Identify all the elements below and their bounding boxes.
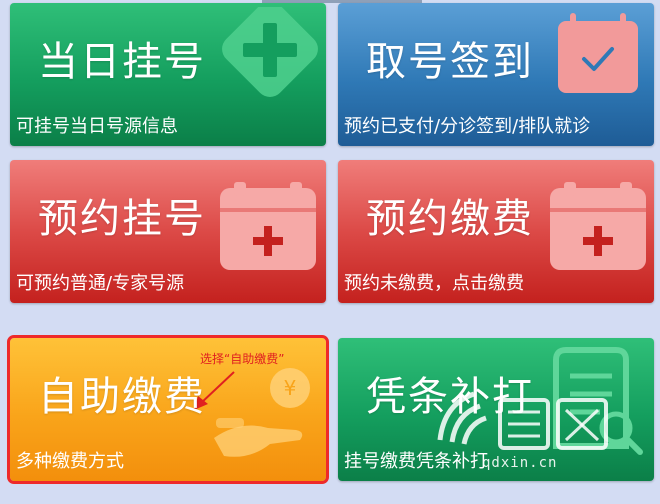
annotation-label: 选择“自助缴费” [200, 352, 285, 366]
watermark-text: qdxin.cn [482, 455, 558, 471]
appointment-payment-tile[interactable]: 预约缴费 预约未缴费，点击缴费 [338, 160, 654, 303]
tile-title: 预约缴费 [366, 196, 534, 242]
same-day-registration-tile[interactable]: 当日挂号 可挂号当日号源信息 [10, 3, 326, 146]
medical-kit-icon [550, 182, 646, 270]
tile-subtitle: 可挂号当日号源信息 [16, 116, 178, 137]
tile-subtitle: 预约已支付/分诊签到/排队就诊 [344, 116, 591, 137]
svg-text:¥: ¥ [284, 376, 297, 400]
appointment-registration-tile[interactable]: 预约挂号 可预约普通/专家号源 [10, 160, 326, 303]
tile-subtitle: 预约未缴费，点击缴费 [344, 273, 524, 294]
watermark-logo-icon [437, 391, 608, 450]
self-service-payment-tile[interactable]: ¥ 选择“自助缴费” 自助缴费 多种缴费方式 [7, 335, 329, 484]
tile-title: 当日挂号 [38, 39, 206, 85]
calendar-check-icon [558, 13, 638, 93]
tile-title: 取号签到 [366, 39, 534, 85]
tile-title: 自助缴费 [38, 374, 206, 420]
tile-title: 预约挂号 [38, 196, 206, 242]
tile-subtitle: 多种缴费方式 [16, 451, 124, 472]
medical-cross-icon [222, 7, 318, 97]
medical-kit-icon [220, 182, 316, 270]
check-in-tile[interactable]: 取号签到 预约已支付/分诊签到/排队就诊 [338, 3, 654, 146]
tile-subtitle: 可预约普通/专家号源 [16, 273, 185, 294]
